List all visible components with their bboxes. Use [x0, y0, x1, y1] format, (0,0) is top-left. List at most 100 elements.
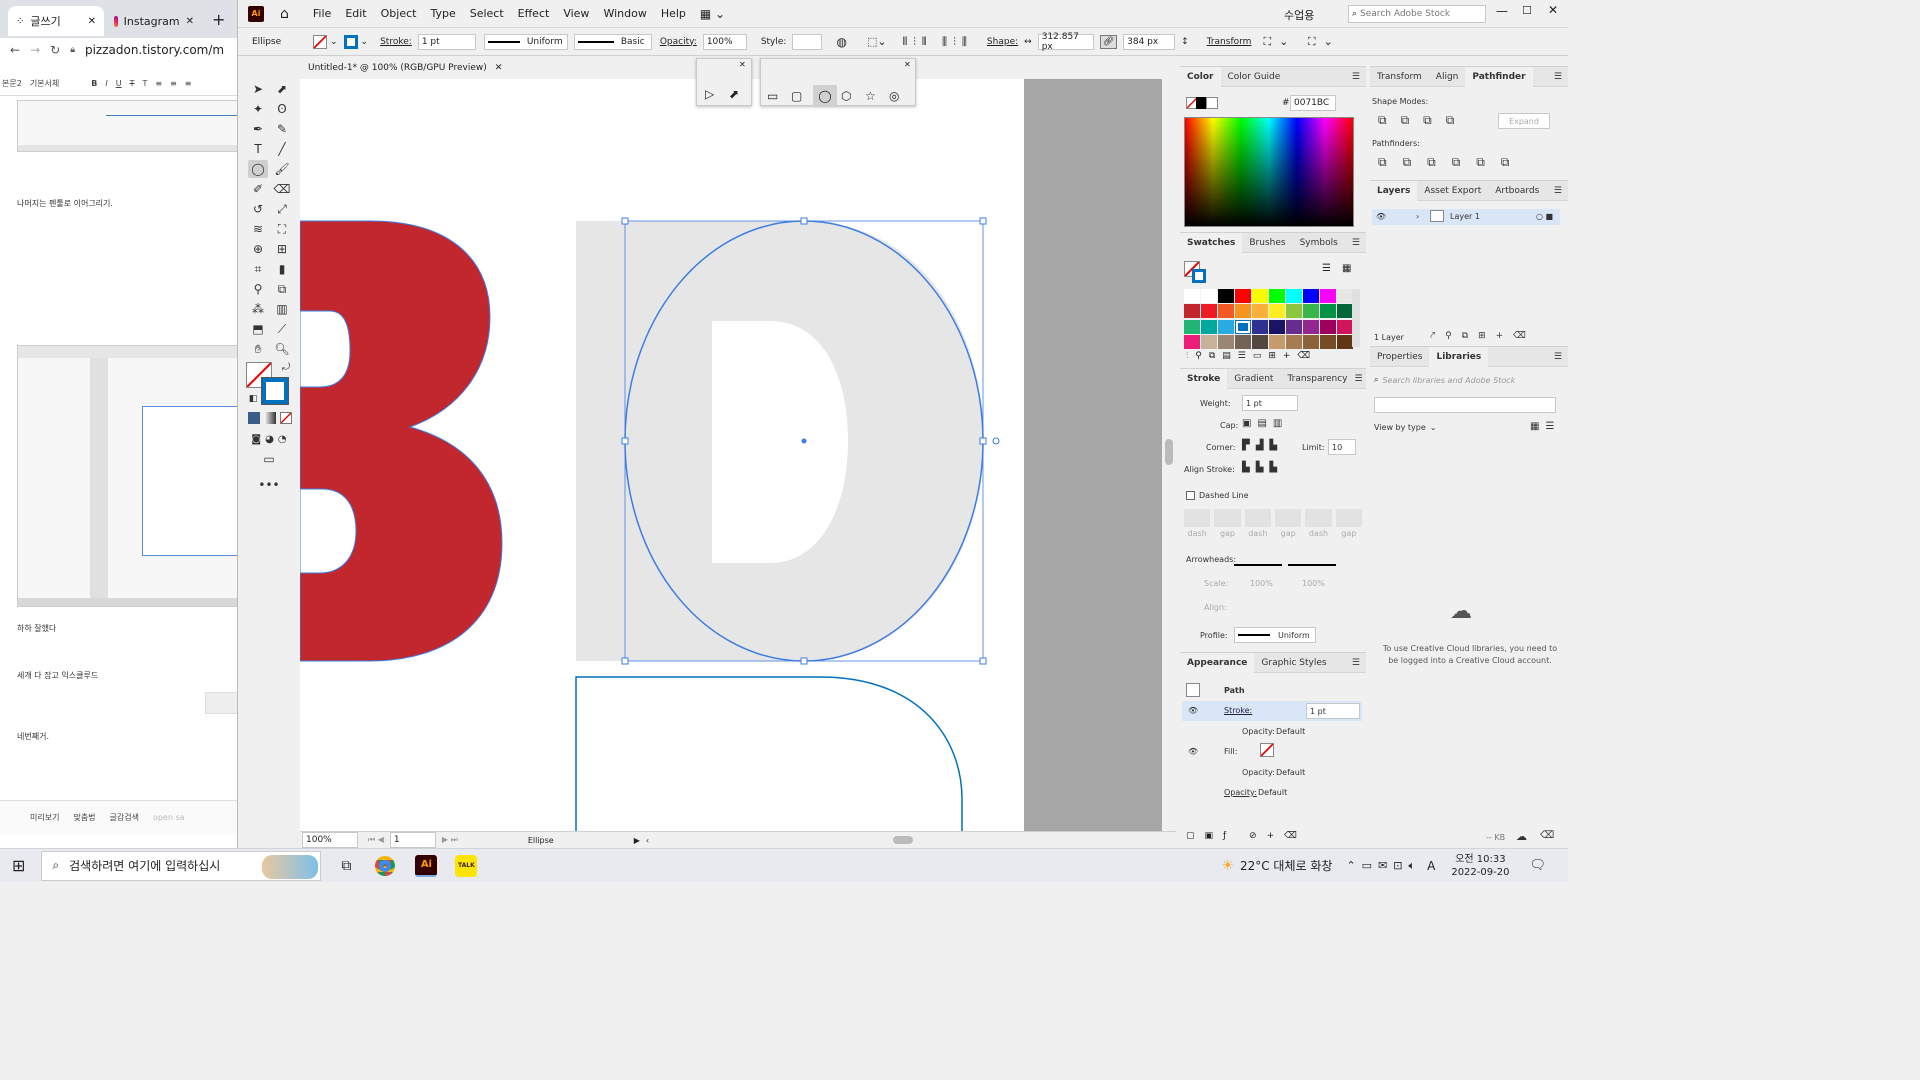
color-swatch[interactable] — [1269, 334, 1285, 349]
minimize-icon[interactable]: — — [1496, 4, 1508, 18]
align-right-icon[interactable]: ≡ — [185, 79, 192, 88]
swap-colors-icon[interactable]: ⤾ — [276, 358, 296, 376]
swatch-footer-icons[interactable]: ⫶⚲⧉▤☰▭⊞+⌫ — [1186, 351, 1317, 361]
grid-view-icon[interactable]: ▦ — [1342, 263, 1351, 274]
horizontal-scroll-thumb[interactable] — [893, 836, 914, 844]
color-swatch[interactable] — [1269, 319, 1285, 334]
stroke-row-weight[interactable]: 1 pt — [1306, 703, 1360, 719]
tab-layers[interactable]: Layers — [1370, 180, 1418, 201]
workspace-switcher-icon[interactable]: ▦ ⌄ — [700, 7, 725, 21]
align-left-icon[interactable]: ≡ — [155, 79, 162, 88]
slice-tool-icon[interactable]: ⟋ — [272, 320, 292, 338]
adobe-stock-search[interactable]: ⌕ Search Adobe Stock — [1348, 5, 1486, 23]
browser-tab-write[interactable]: ⁘ 글쓰기 ✕ — [8, 6, 104, 36]
text-color-icon[interactable]: T — [142, 79, 147, 88]
rotate-tool-icon[interactable]: ↺ — [248, 200, 268, 218]
type-tool-icon[interactable]: T — [248, 140, 268, 158]
panel-menu-icon[interactable]: ☰ — [1554, 186, 1562, 196]
tab-libraries[interactable]: Libraries — [1429, 346, 1489, 367]
color-swatch[interactable] — [1218, 304, 1234, 319]
white-swatch[interactable] — [1206, 97, 1218, 109]
blend-tool-icon[interactable]: ⧉ — [272, 280, 292, 298]
color-swatch[interactable] — [1235, 289, 1251, 303]
color-swatch[interactable] — [1201, 319, 1217, 334]
color-swatch[interactable] — [1235, 304, 1251, 319]
scale-start-field[interactable]: 100% — [1250, 579, 1273, 588]
lasso-tool-icon[interactable]: ʘ — [272, 100, 292, 118]
color-swatch[interactable] — [1218, 319, 1234, 334]
artboard-nav-next-icon[interactable]: ▶ ⏭ — [442, 835, 458, 845]
align-to-icon[interactable]: ⬚⌄ — [867, 35, 887, 48]
document-tab[interactable]: Untitled-1* @ 100% (RGB/GPU Preview) ✕ — [300, 57, 510, 79]
ellipse-tool-icon[interactable]: ◯ — [813, 85, 837, 107]
color-swatch[interactable] — [1235, 319, 1251, 334]
stroke-label[interactable]: Stroke: — [380, 37, 412, 47]
weight-field[interactable]: 1 pt — [1242, 395, 1298, 411]
chrome-icon[interactable] — [375, 855, 396, 876]
color-swatch[interactable] — [1201, 304, 1217, 319]
width-field[interactable]: 312.857 px — [1037, 32, 1094, 52]
swatch-scrollbar[interactable] — [1352, 289, 1360, 347]
ime-indicator[interactable]: A — [1427, 859, 1435, 873]
dashed-line-checkbox[interactable]: Dashed Line — [1186, 491, 1249, 500]
fill-row-swatch[interactable] — [1260, 743, 1274, 757]
paragraph-style-select[interactable]: 본문2 — [2, 78, 22, 89]
color-mode-icon[interactable] — [248, 412, 260, 424]
tab-properties[interactable]: Properties — [1370, 347, 1429, 367]
color-swatch[interactable] — [1320, 334, 1336, 349]
none-mode-icon[interactable] — [280, 412, 292, 424]
pathfinder-buttons[interactable]: ⧉⧉⧉⧉⧉⧉ — [1378, 155, 1525, 170]
object-opacity-label[interactable]: Opacity: — [1224, 788, 1257, 797]
more-tools-icon[interactable]: ••• — [258, 476, 279, 494]
tab-pathfinder[interactable]: Pathfinder — [1465, 66, 1533, 87]
shaper-tool-icon[interactable]: ✐ — [248, 180, 268, 198]
free-transform-tool-icon[interactable]: ⛶ — [272, 220, 292, 238]
floating-button[interactable] — [205, 692, 237, 714]
panel-menu-icon[interactable]: ☰ — [1554, 72, 1562, 82]
artboard-number-field[interactable]: 1 — [389, 832, 436, 848]
forward-icon[interactable]: → — [30, 43, 40, 57]
target-icon[interactable]: ○ ■ — [1536, 212, 1553, 221]
windows-start-icon[interactable]: ⊞ — [12, 856, 25, 875]
stroke-swatch[interactable]: ⌄ — [343, 34, 368, 49]
tab-transform[interactable]: Transform — [1370, 67, 1429, 87]
tab-symbols[interactable]: Symbols — [1293, 233, 1345, 253]
shape-builder-tool-icon[interactable]: ⊕ — [248, 240, 268, 258]
align-stroke-buttons[interactable]: ▙▙▙ — [1242, 462, 1283, 473]
color-spectrum[interactable] — [1184, 117, 1354, 227]
panel-menu-icon[interactable]: ☰ — [1352, 72, 1360, 82]
corner-buttons[interactable]: ▛▟▙ — [1242, 440, 1283, 451]
cap-buttons[interactable]: ▣▤▥ — [1242, 418, 1288, 429]
close-window-icon[interactable]: ✕ — [1548, 3, 1558, 17]
stroke-opacity-label[interactable]: Opacity: — [1242, 727, 1275, 736]
view-by-type-select[interactable]: View by type ⌄ — [1374, 423, 1436, 432]
tab-align[interactable]: Align — [1429, 67, 1466, 87]
back-icon[interactable]: ← — [10, 43, 20, 57]
panel-menu-icon[interactable]: ☰ — [1354, 374, 1362, 384]
align-buttons[interactable]: ⫴⫶⫴ ⫼⫶⫼ — [903, 35, 973, 49]
tab-swatches[interactable]: Swatches — [1180, 232, 1243, 253]
preview-button[interactable]: 미리보기 — [30, 812, 59, 823]
color-swatch[interactable] — [1286, 289, 1302, 303]
line-tool-icon[interactable]: ╱ — [272, 140, 292, 158]
user-menu[interactable]: 수업용 — [1284, 7, 1314, 23]
height-field[interactable]: 384 px — [1123, 33, 1176, 50]
scale-end-field[interactable]: 100% — [1302, 579, 1325, 588]
expand-layer-icon[interactable]: › — [1416, 212, 1419, 221]
color-swatch[interactable] — [1201, 289, 1217, 303]
color-swatch[interactable] — [1286, 304, 1302, 319]
panel-menu-icon[interactable]: ☰ — [1352, 238, 1360, 248]
tab-brushes[interactable]: Brushes — [1242, 233, 1292, 253]
arrowhead-end-select[interactable] — [1288, 552, 1336, 566]
kakaotalk-icon[interactable]: TALK — [455, 854, 478, 877]
stroke-row-label[interactable]: Stroke: — [1224, 706, 1252, 715]
color-swatch[interactable] — [1184, 304, 1200, 319]
align-center-icon[interactable]: ≡ — [170, 79, 177, 88]
eye-icon[interactable]: 👁︎ — [1188, 747, 1198, 756]
illustrator-taskbar-icon[interactable]: Ai — [415, 854, 438, 877]
color-swatch[interactable] — [1320, 319, 1336, 334]
flare-tool-icon[interactable]: ◎ — [889, 89, 899, 103]
color-swatch[interactable] — [1218, 334, 1234, 349]
dash-gap-fields[interactable] — [1184, 509, 1362, 527]
font-select[interactable]: 기본서체 — [30, 78, 59, 89]
